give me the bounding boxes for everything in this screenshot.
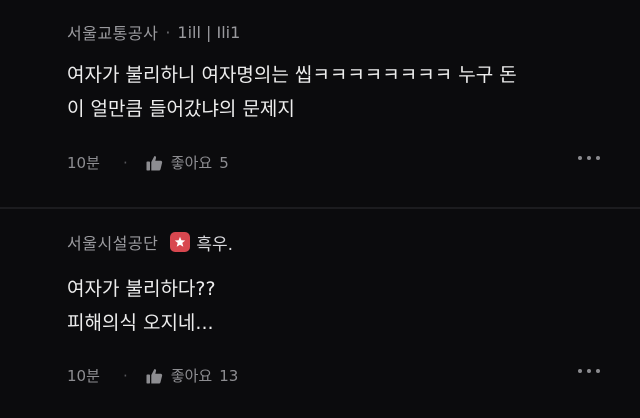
more-dots-icon[interactable]	[578, 156, 600, 160]
timestamp: 10분	[67, 154, 100, 172]
meta-separator: ·	[123, 153, 128, 172]
shield-star-icon	[170, 232, 191, 252]
like-count: 5	[219, 153, 229, 172]
meta-separator: ·	[123, 366, 128, 385]
thumbs-up-icon	[146, 368, 162, 383]
comment-text: 여자가 불리하니 여자명의는 씹ㅋㅋㅋㅋㅋㅋㅋㅋ 누구 돈 이 얼만큼 들어갔냐…	[67, 58, 587, 126]
like-count: 13	[219, 366, 239, 385]
like-button[interactable]: 좋아요 13	[146, 365, 239, 386]
comment-meta: 10분 · 좋아요 5	[67, 152, 600, 173]
author-nickname[interactable]: 흑우.	[196, 230, 233, 255]
comment-divider	[0, 207, 640, 209]
comment-line: 피해의식 오지네...	[67, 312, 214, 334]
more-dots-icon[interactable]	[578, 369, 600, 373]
comment-line: 여자가 불리하다??	[67, 278, 216, 300]
like-label: 좋아요	[170, 154, 213, 172]
like-button[interactable]: 좋아요 5	[146, 152, 229, 173]
comment-text: 여자가 불리하다?? 피해의식 오지네...	[67, 272, 587, 340]
comment-header: 서울교통공사 · 1ill | Ili1	[67, 12, 600, 52]
timestamp: 10분	[67, 367, 100, 385]
comment-header: 서울시설공단 흑우.	[67, 222, 600, 262]
like-label: 좋아요	[170, 367, 213, 385]
header-separator: ·	[165, 22, 171, 42]
comment-line: 여자가 불리하니 여자명의는 씹ㅋㅋㅋㅋㅋㅋㅋㅋ 누구 돈	[67, 64, 517, 86]
comment-meta: 10분 · 좋아요 13	[67, 365, 600, 386]
comment: 서울시설공단 흑우. 여자가 불리하다?? 피해의식 오지네... 10분 · …	[0, 222, 640, 418]
thumbs-up-icon	[146, 155, 162, 170]
comment-line: 이 얼만큼 들어갔냐의 문제지	[67, 98, 295, 120]
comment: 서울교통공사 · 1ill | Ili1 여자가 불리하니 여자명의는 씹ㅋㅋㅋ…	[0, 12, 640, 207]
company-name[interactable]: 서울교통공사	[67, 20, 158, 44]
company-name[interactable]: 서울시설공단	[67, 230, 158, 254]
author-nickname[interactable]: 1ill | Ili1	[177, 23, 240, 42]
